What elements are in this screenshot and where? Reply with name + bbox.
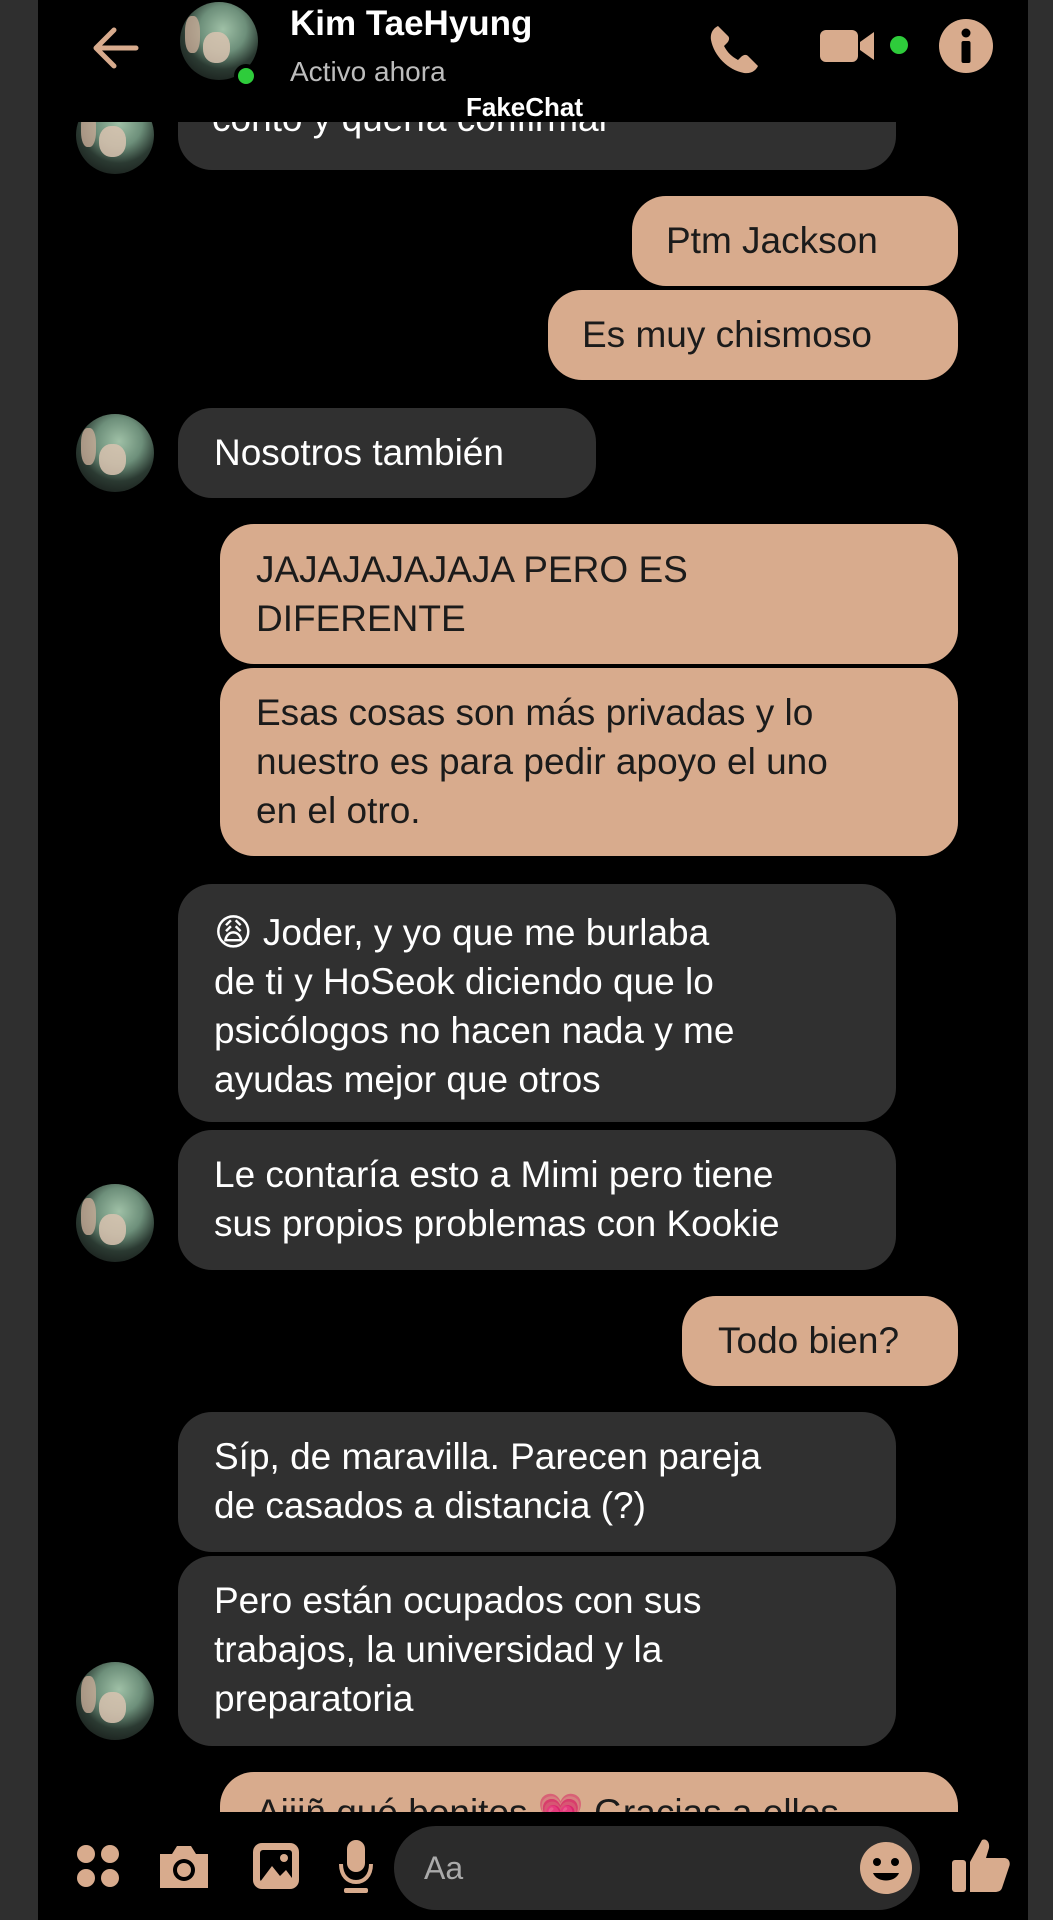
- contact-status: Activo ahora: [290, 56, 446, 87]
- smiley-icon[interactable]: [858, 1840, 914, 1896]
- message-sent: JAJAJAJAJAJA PERO ES DIFERENTE: [220, 524, 958, 664]
- composer-bar: Aa: [38, 1812, 1028, 1920]
- weary-face-emoji: 😩: [214, 912, 253, 953]
- video-camera-icon[interactable]: [818, 26, 878, 66]
- phone-icon[interactable]: [704, 20, 764, 80]
- four-dots-icon[interactable]: [74, 1842, 122, 1890]
- message-sent: Esas cosas son más privadas y lo nuestro…: [220, 668, 958, 856]
- message-input-placeholder: Aa: [424, 1850, 464, 1886]
- chat-screen: Kim TaeHyung Activo ahora FakeChat contó…: [38, 0, 1028, 1920]
- message-avatar: [76, 414, 154, 492]
- message-received: Síp, de maravilla. Parecen pareja de cas…: [178, 1412, 896, 1552]
- message-received: Nosotros también: [178, 408, 596, 498]
- message-received: 😩 Joder, y yo que me burlaba de ti y HoS…: [178, 884, 896, 1122]
- message-avatar: [76, 1184, 154, 1262]
- info-icon[interactable]: [938, 18, 994, 74]
- message-avatar: [76, 1662, 154, 1740]
- message-sent: Todo bien?: [682, 1296, 958, 1386]
- thumbs-up-icon[interactable]: [950, 1834, 1012, 1896]
- contact-name[interactable]: Kim TaeHyung: [290, 4, 532, 44]
- back-arrow-icon[interactable]: [86, 18, 146, 78]
- message-input[interactable]: Aa: [394, 1826, 920, 1910]
- message-text: Joder, y yo que me burlaba de ti y HoSeo…: [214, 912, 735, 1100]
- watermark: FakeChat: [466, 92, 584, 122]
- message-sent: Es muy chismoso: [548, 290, 958, 380]
- microphone-icon[interactable]: [336, 1838, 376, 1896]
- online-indicator: [234, 64, 258, 88]
- camera-icon[interactable]: [156, 1842, 212, 1892]
- image-icon[interactable]: [250, 1840, 302, 1892]
- message-sent: Ptm Jackson: [632, 196, 958, 286]
- video-online-dot: [890, 36, 908, 54]
- message-received: Pero están ocupados con sus trabajos, la…: [178, 1556, 896, 1746]
- message-received: Le contaría esto a Mimi pero tiene sus p…: [178, 1130, 896, 1270]
